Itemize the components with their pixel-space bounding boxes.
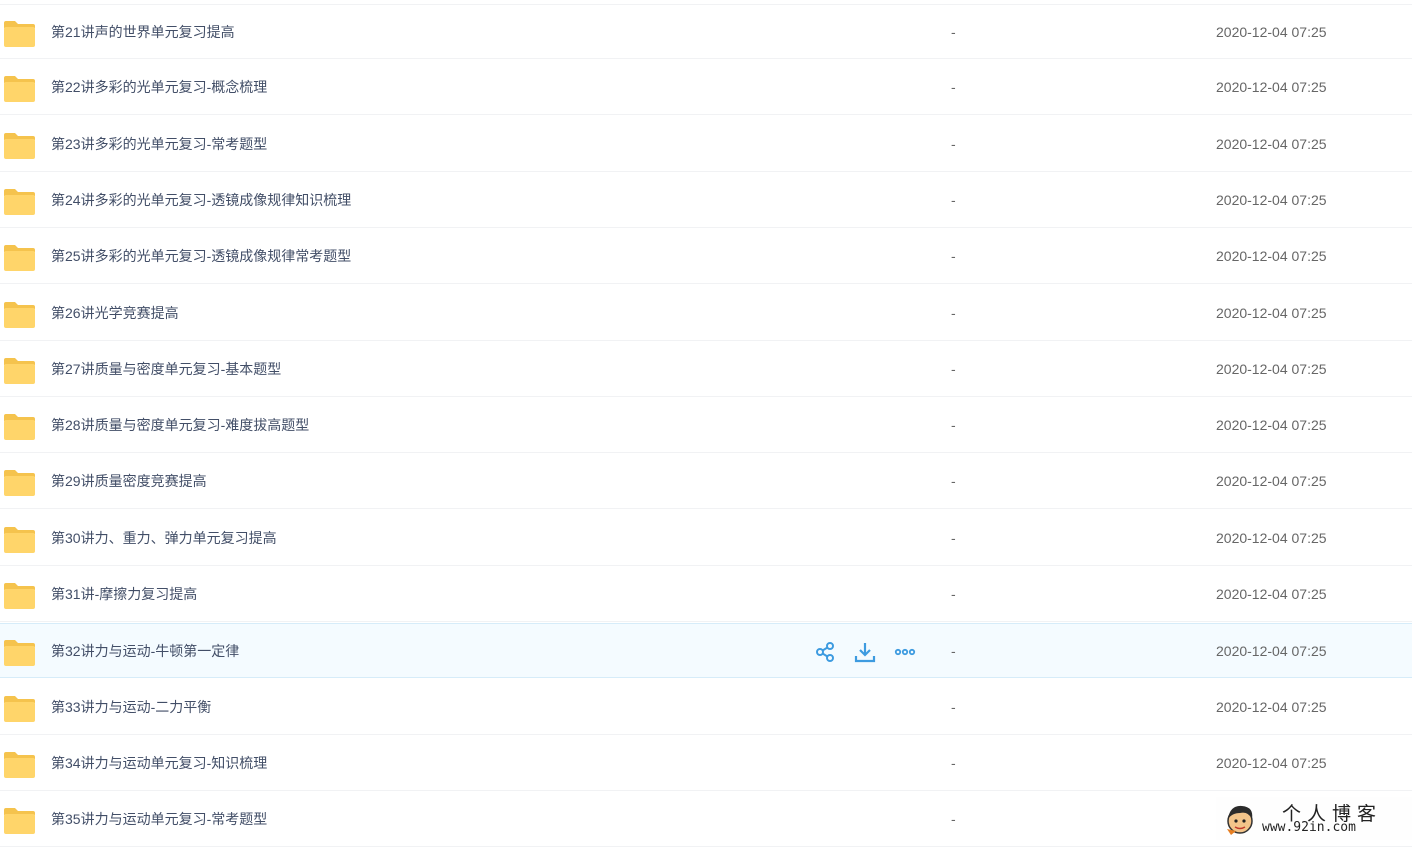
file-size: - <box>951 698 956 715</box>
file-row[interactable]: 第34讲力与运动单元复习-知识梳理 - 2020-12-04 07:25 <box>0 736 1412 791</box>
blog-watermark: 个人博客 www.92in.com <box>1216 797 1412 840</box>
modified-date: 2020-12-04 07:25 <box>1216 698 1327 715</box>
file-size: - <box>951 586 956 602</box>
modified-date: 2020-12-04 07:25 <box>1216 79 1327 96</box>
file-name-link[interactable]: 第24讲多彩的光单元复习-透镜成像规律知识梳理 <box>51 191 351 209</box>
file-row[interactable]: 第33讲力与运动-二力平衡 - 2020-12-04 07:25 <box>0 680 1412 735</box>
file-size: - <box>951 811 956 828</box>
file-name-link[interactable]: 第27讲质量与密度单元复习-基本题型 <box>51 360 281 378</box>
file-name-link[interactable]: 第35讲力与运动单元复习-常考题型 <box>51 810 267 828</box>
modified-date: 2020-12-04 07:25 <box>1216 473 1327 490</box>
file-name-link[interactable]: 第29讲质量密度竞赛提高 <box>51 472 207 490</box>
file-size: - <box>951 24 956 40</box>
file-row[interactable]: 第27讲质量与密度单元复习-基本题型 - 2020-12-04 07:25 <box>0 342 1412 397</box>
folder-icon <box>3 807 36 835</box>
folder-icon <box>3 357 36 385</box>
file-name-link[interactable]: 第31讲-摩擦力复习提高 <box>51 585 197 603</box>
file-name-link[interactable]: 第32讲力与运动-牛顿第一定律 <box>51 642 239 660</box>
modified-date: 2020-12-04 07:25 <box>1216 24 1327 40</box>
folder-icon <box>3 244 36 272</box>
modified-date: 2020-12-04 07:25 <box>1216 417 1327 434</box>
file-row[interactable]: 第21讲声的世界单元复习提高 - 2020-12-04 07:25 <box>0 4 1412 59</box>
watermark-url: www.92in.com <box>1262 820 1356 835</box>
folder-icon <box>3 639 36 667</box>
file-size: - <box>951 248 956 265</box>
folder-icon <box>3 526 36 554</box>
file-name-link[interactable]: 第30讲力、重力、弹力单元复习提高 <box>51 529 277 547</box>
folder-icon <box>3 469 36 497</box>
file-size: - <box>951 191 956 208</box>
more-icon[interactable] <box>894 641 916 663</box>
file-row[interactable]: 第28讲质量与密度单元复习-难度拔高题型 - 2020-12-04 07:25 <box>0 398 1412 454</box>
modified-date: 2020-12-04 07:25 <box>1216 586 1327 602</box>
file-name-link[interactable]: 第33讲力与运动-二力平衡 <box>51 698 211 716</box>
file-name-link[interactable]: 第22讲多彩的光单元复习-概念梳理 <box>51 78 267 96</box>
file-name-link[interactable]: 第21讲声的世界单元复习提高 <box>51 23 235 41</box>
file-row[interactable]: 第22讲多彩的光单元复习-概念梳理 - 2020-12-04 07:25 <box>0 60 1412 116</box>
modified-date: 2020-12-04 07:25 <box>1216 360 1327 377</box>
file-name-link[interactable]: 第25讲多彩的光单元复习-透镜成像规律常考题型 <box>51 247 351 265</box>
file-row[interactable]: 第29讲质量密度竞赛提高 - 2020-12-04 07:25 <box>0 454 1412 510</box>
file-size: - <box>951 304 956 321</box>
folder-icon <box>3 75 36 103</box>
modified-date: 2020-12-04 07:25 <box>1216 529 1327 546</box>
file-size: - <box>951 135 956 152</box>
file-name-link[interactable]: 第26讲光学竞赛提高 <box>51 304 179 322</box>
avatar-icon <box>1227 805 1253 835</box>
modified-date: 2020-12-04 07:25 <box>1216 304 1327 321</box>
file-size: - <box>951 754 956 771</box>
file-row[interactable]: 第31讲-摩擦力复习提高 - 2020-12-04 07:25 <box>0 567 1412 622</box>
modified-date: 2020-12-04 07:25 <box>1216 135 1327 152</box>
file-size: - <box>951 643 956 660</box>
download-icon[interactable] <box>854 641 876 663</box>
file-row[interactable]: 第35讲力与运动单元复习-常考题型-2020-12-04 07:25 <box>0 792 1412 847</box>
file-size: - <box>951 360 956 377</box>
modified-date: 2020-12-04 07:25 <box>1216 754 1327 771</box>
file-row[interactable]: 第24讲多彩的光单元复习-透镜成像规律知识梳理 - 2020-12-04 07:25 <box>0 173 1412 228</box>
folder-icon <box>3 301 36 329</box>
file-size: - <box>951 473 956 490</box>
share-icon[interactable] <box>814 641 836 663</box>
folder-icon <box>3 188 36 216</box>
folder-icon <box>3 695 36 723</box>
file-size: - <box>951 417 956 434</box>
modified-date: 2020-12-04 07:25 <box>1216 191 1327 208</box>
file-name-link[interactable]: 第28讲质量与密度单元复习-难度拔高题型 <box>51 416 309 434</box>
file-size: - <box>951 79 956 96</box>
folder-icon <box>3 413 36 441</box>
file-row[interactable]: 第25讲多彩的光单元复习-透镜成像规律常考题型 - 2020-12-04 07:25 <box>0 229 1412 285</box>
file-name-link[interactable]: 第23讲多彩的光单元复习-常考题型 <box>51 135 267 153</box>
file-size: - <box>951 529 956 546</box>
folder-icon <box>3 132 36 160</box>
file-row[interactable]: 第30讲力、重力、弹力单元复习提高 - 2020-12-04 07:25 <box>0 511 1412 566</box>
file-row[interactable]: 第23讲多彩的光单元复习-常考题型 - 2020-12-04 07:25 <box>0 117 1412 172</box>
file-row[interactable]: 第26讲光学竞赛提高 - 2020-12-04 07:25 <box>0 286 1412 341</box>
modified-date: 2020-12-04 07:25 <box>1216 248 1327 265</box>
folder-icon <box>3 751 36 779</box>
file-name-link[interactable]: 第34讲力与运动单元复习-知识梳理 <box>51 754 267 772</box>
folder-icon <box>3 582 36 610</box>
modified-date: 2020-12-04 07:25 <box>1216 643 1327 660</box>
folder-icon <box>3 20 36 48</box>
file-row[interactable]: 第32讲力与运动-牛顿第一定律 - 2020-12-04 07:25 <box>0 623 1412 679</box>
